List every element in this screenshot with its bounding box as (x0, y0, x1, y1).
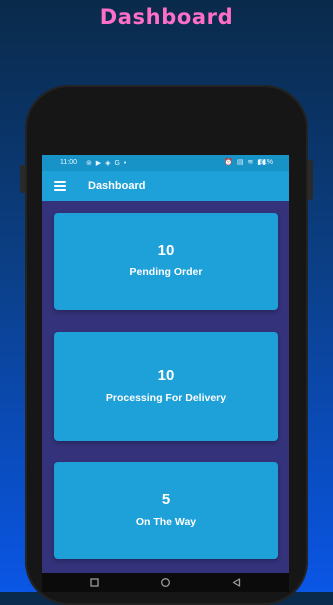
on-the-way-label: On The Way (135, 516, 197, 528)
app-bar-title: Dashboard (88, 180, 146, 192)
back-triangle-icon[interactable] (231, 577, 242, 588)
notification-icons: ⊚ ▶ ◈ G • (86, 160, 128, 167)
processing-for-delivery-label: Processing For Delivery (105, 392, 227, 404)
android-nav-bar (42, 573, 289, 592)
status-bar: 11:00 ⊚ ▶ ◈ G • ⏰ ▤ ≋ ▮▮ 51% (42, 155, 289, 171)
recent-apps-square-icon[interactable] (89, 577, 100, 588)
on-the-way-count: 5 (161, 491, 171, 508)
app-bar: Dashboard (42, 171, 289, 201)
pending-order-card[interactable]: 10 Pending Order (54, 213, 278, 310)
phone-screen: 11:00 ⊚ ▶ ◈ G • ⏰ ▤ ≋ ▮▮ 51% Dashboard 1… (42, 155, 289, 592)
phone-power-button (308, 160, 313, 200)
processing-for-delivery-count: 10 (157, 367, 175, 384)
phone-volume-button (20, 165, 25, 193)
processing-for-delivery-card[interactable]: 10 Processing For Delivery (54, 332, 278, 441)
home-circle-icon[interactable] (160, 577, 171, 588)
status-time: 11:00 (60, 159, 77, 166)
pending-order-count: 10 (157, 242, 175, 259)
on-the-way-card[interactable]: 5 On The Way (54, 462, 278, 559)
battery-percentage: 51% (258, 159, 273, 166)
promo-title: Dashboard (99, 5, 234, 29)
hamburger-menu-icon[interactable] (54, 181, 66, 191)
pending-order-label: Pending Order (129, 266, 203, 278)
